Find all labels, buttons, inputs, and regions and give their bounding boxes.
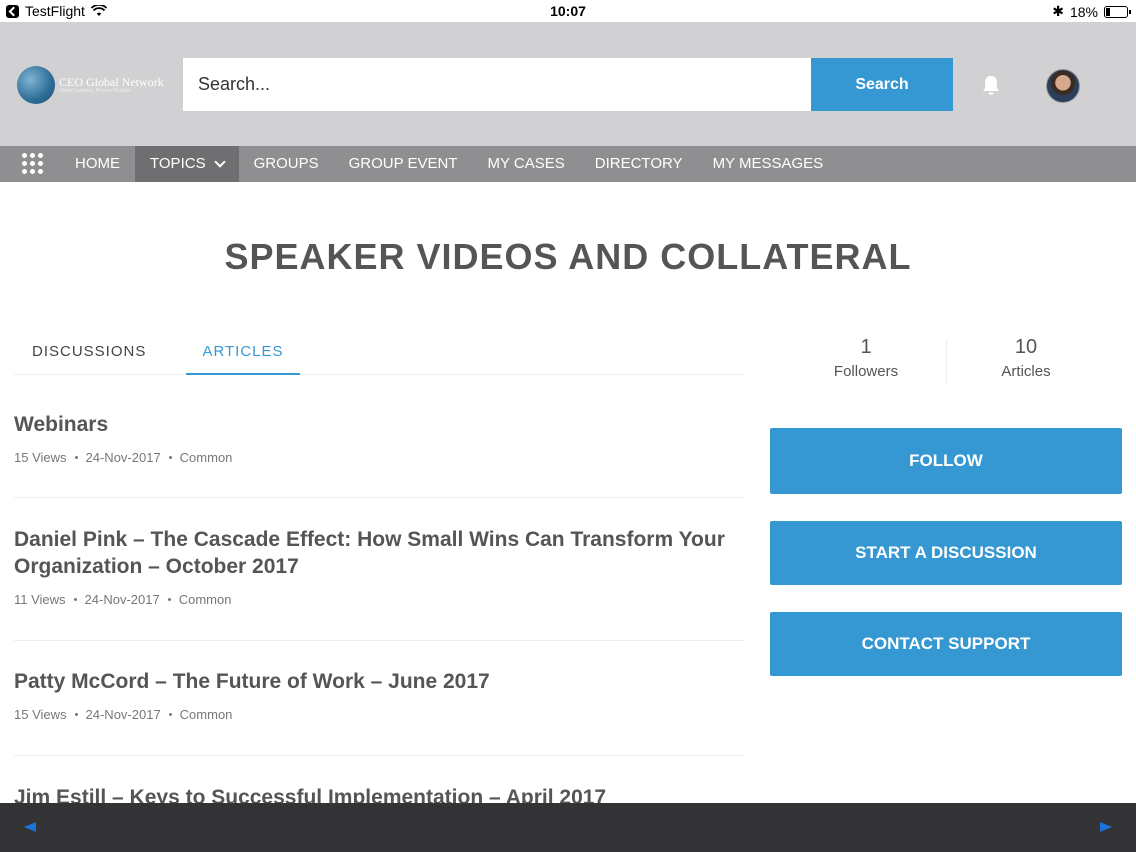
- site-header: CEO Global Network Global Leaders. Prove…: [0, 22, 1136, 146]
- separator-dot: [74, 456, 78, 459]
- browser-toolbar: [0, 803, 1136, 852]
- nav-item-my-cases[interactable]: MY CASES: [473, 146, 580, 182]
- search-input[interactable]: [183, 58, 811, 111]
- start-discussion-button[interactable]: START A DISCUSSION: [770, 521, 1122, 585]
- content-tabs: DISCUSSIONS ARTICLES: [14, 334, 744, 375]
- logo-text: CEO Global Network Global Leaders. Prove…: [59, 76, 164, 94]
- tab-discussions[interactable]: DISCUSSIONS: [14, 334, 174, 375]
- article-date: 24-Nov-2017: [85, 450, 161, 465]
- user-avatar[interactable]: [1046, 69, 1080, 103]
- article-title[interactable]: Daniel Pink – The Cascade Effect: How Sm…: [14, 526, 744, 580]
- search-button[interactable]: Search: [811, 58, 953, 111]
- status-right: ✱ 18%: [1052, 3, 1131, 20]
- articles-stat: 10 Articles: [946, 336, 1106, 380]
- status-bar: TestFlight 10:07 ✱ 18%: [0, 0, 1136, 22]
- article-views: 15 Views: [14, 707, 67, 722]
- article-category: Common: [179, 707, 233, 722]
- tab-articles[interactable]: ARTICLES: [186, 334, 300, 375]
- article-views: 11 Views: [14, 592, 66, 607]
- nav-item-group-event[interactable]: GROUP EVENT: [334, 146, 473, 182]
- article-meta: 15 Views 24-Nov-2017 Common: [14, 450, 744, 465]
- nav-item-groups[interactable]: GROUPS: [239, 146, 334, 182]
- follow-button[interactable]: FOLLOW: [770, 428, 1122, 494]
- articles-label: Articles: [1001, 363, 1051, 380]
- list-item: Webinars 15 Views 24-Nov-2017 Common: [14, 411, 744, 498]
- app-launcher-icon[interactable]: [0, 146, 60, 182]
- logo[interactable]: CEO Global Network Global Leaders. Prove…: [17, 66, 164, 104]
- article-category: Common: [178, 592, 232, 607]
- separator-dot: [168, 713, 172, 716]
- logo-title: CEO Global Network: [59, 75, 164, 89]
- articles-count: 10: [1014, 336, 1038, 358]
- article-meta: 15 Views 24-Nov-2017 Common: [14, 707, 744, 722]
- nav-item-topics[interactable]: TOPICS: [135, 146, 239, 182]
- followers-count: 1: [860, 336, 872, 358]
- followers-label: Followers: [833, 363, 899, 380]
- separator-dot: [73, 598, 77, 601]
- list-item: Daniel Pink – The Cascade Effect: How Sm…: [14, 526, 744, 641]
- article-date: 24-Nov-2017: [85, 707, 161, 722]
- nav-item-directory[interactable]: DIRECTORY: [580, 146, 698, 182]
- forward-arrow-icon[interactable]: [1100, 822, 1112, 832]
- contact-support-button[interactable]: CONTACT SUPPORT: [770, 612, 1122, 676]
- status-time: 10:07: [550, 3, 586, 19]
- back-arrow-icon[interactable]: [24, 822, 36, 832]
- list-item: Patty McCord – The Future of Work – June…: [14, 668, 744, 756]
- bell-icon[interactable]: [980, 74, 1002, 96]
- topic-stats: 1 Followers 10 Articles: [786, 336, 1106, 386]
- separator-dot: [167, 598, 171, 601]
- page-title: SPEAKER VIDEOS AND COLLATERAL: [224, 236, 912, 277]
- battery-icon: [1104, 5, 1131, 18]
- globe-logo-icon: [17, 66, 55, 104]
- battery-percent: 18%: [1069, 3, 1098, 20]
- followers-stat[interactable]: 1 Followers: [786, 336, 946, 380]
- separator-dot: [74, 713, 78, 716]
- article-category: Common: [179, 450, 233, 465]
- nav-item-topics-label: TOPICS: [150, 155, 206, 172]
- main-nav: HOME TOPICS GROUPS GROUP EVENT MY CASES …: [0, 146, 1136, 182]
- bluetooth-icon: ✱: [1052, 3, 1064, 19]
- article-date: 24-Nov-2017: [84, 592, 160, 607]
- nav-item-home[interactable]: HOME: [60, 146, 135, 182]
- nav-item-my-messages[interactable]: MY MESSAGES: [698, 146, 839, 182]
- article-title[interactable]: Patty McCord – The Future of Work – June…: [14, 668, 744, 695]
- separator-dot: [168, 456, 172, 459]
- article-title[interactable]: Webinars: [14, 411, 744, 438]
- article-meta: 11 Views 24-Nov-2017 Common: [14, 592, 744, 607]
- article-views: 15 Views: [14, 450, 67, 465]
- chevron-down-icon: [213, 155, 226, 168]
